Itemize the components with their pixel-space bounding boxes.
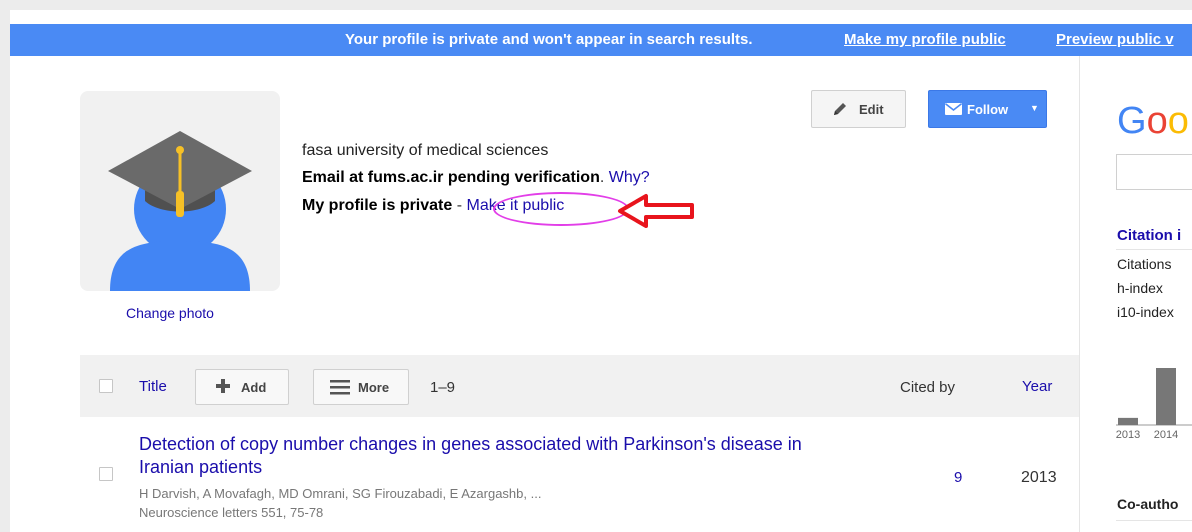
preview-public-link[interactable]: Preview public v (1056, 31, 1174, 48)
scholar-search-input[interactable] (1116, 154, 1192, 190)
right-column-divider (1079, 56, 1080, 532)
profile-avatar[interactable] (80, 91, 280, 291)
window-top-margin (0, 0, 1192, 10)
pencil-icon (832, 101, 848, 120)
google-logo: Goo (1117, 100, 1189, 143)
article-venue: Neuroscience letters 551, 75-78 (139, 505, 324, 520)
window-left-margin (0, 10, 10, 532)
affiliation-text: fasa university of medical sciences (302, 142, 549, 159)
scholar-profile-page: Your profile is private and won't appear… (0, 0, 1192, 532)
coauthors-heading: Co-autho (1117, 496, 1179, 512)
stat-h-index-label: h-index (1117, 280, 1163, 296)
why-link[interactable]: Why? (609, 169, 650, 186)
citation-divider (1116, 249, 1192, 250)
make-it-public-link[interactable]: Make it public (466, 197, 564, 214)
change-photo-link[interactable]: Change photo (126, 305, 214, 321)
graduate-avatar-icon (108, 131, 252, 291)
chart-year-label-2014: 2014 (1154, 429, 1178, 440)
article-year: 2013 (1021, 469, 1057, 486)
edit-label: Edit (859, 102, 884, 117)
privacy-dash: - (452, 197, 467, 214)
edit-button[interactable]: Edit (811, 90, 906, 128)
citations-per-year-chart: 2013 2014 (1116, 368, 1192, 440)
follow-label: Follow (967, 102, 1009, 117)
more-button[interactable]: More (313, 369, 409, 405)
banner-message: Your profile is private and won't appear… (345, 31, 753, 48)
sort-by-year-link[interactable]: Year (1022, 378, 1052, 395)
private-profile-banner: Your profile is private and won't appear… (10, 24, 1192, 56)
sort-by-cited-link[interactable]: Cited by (900, 379, 955, 396)
google-logo-text: Goo (1117, 100, 1189, 142)
email-status-text: Email at fums.ac.ir pending verification (302, 169, 600, 186)
add-label: Add (241, 380, 267, 395)
chart-year-label-2013: 2013 (1116, 429, 1140, 440)
red-arrow-annotation-icon (618, 194, 694, 228)
more-label: More (358, 380, 390, 395)
plus-icon (215, 378, 231, 397)
privacy-status-line: My profile is private - Make it public (302, 197, 564, 215)
select-all-checkbox[interactable] (99, 379, 113, 393)
results-range: 1–9 (430, 379, 456, 396)
add-button[interactable]: Add (195, 369, 289, 405)
email-verification-line: Email at fums.ac.ir pending verification… (302, 169, 650, 187)
sort-by-title-link[interactable]: Title (139, 378, 167, 395)
article-checkbox[interactable] (99, 467, 113, 481)
menu-icon (330, 379, 350, 398)
make-profile-public-link[interactable]: Make my profile public (844, 31, 1006, 48)
citation-indices-heading[interactable]: Citation i (1117, 227, 1181, 244)
follow-button[interactable]: Follow ▼ (928, 90, 1047, 128)
coauthors-divider (1116, 520, 1192, 521)
stat-citations-label: Citations (1117, 256, 1172, 272)
email-period: . (599, 169, 605, 186)
envelope-icon (945, 103, 962, 118)
private-status-text: My profile is private (302, 197, 453, 214)
chart-bar-2013 (1118, 417, 1138, 425)
article-cited-by-link[interactable]: 9 (954, 469, 962, 486)
stat-i10-index-label: i10-index (1117, 304, 1174, 320)
chevron-down-icon: ▼ (1030, 103, 1039, 113)
chart-bar-2014 (1156, 368, 1176, 425)
article-authors: H Darvish, A Movafagh, MD Omrani, SG Fir… (139, 486, 542, 501)
article-title-link[interactable]: Detection of copy number changes in gene… (139, 433, 859, 479)
